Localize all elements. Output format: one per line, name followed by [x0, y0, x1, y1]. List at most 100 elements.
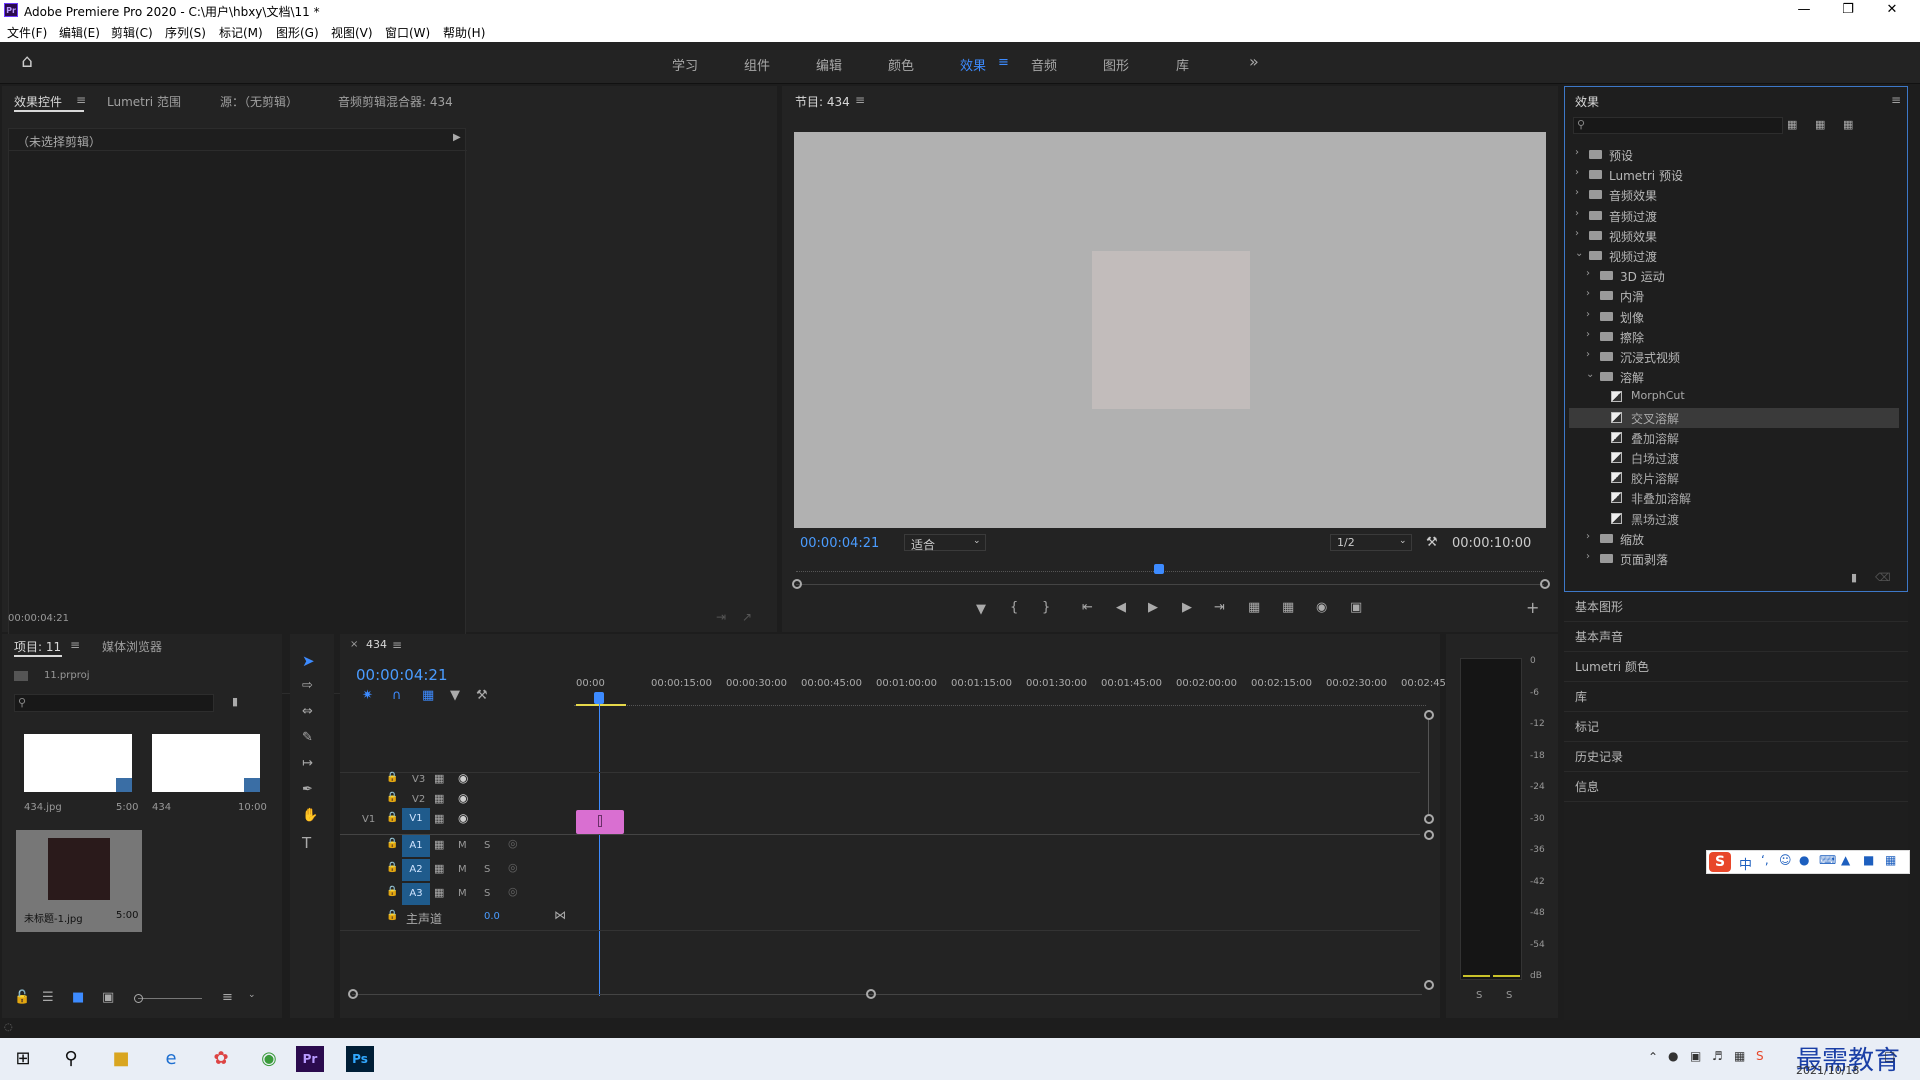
ime-tray-icon[interactable]: ▦	[1734, 1049, 1745, 1063]
sort-icon[interactable]: ≡	[222, 990, 233, 1005]
workspace-color[interactable]: 颜色	[888, 55, 914, 74]
audio-vscroll-handle-bottom[interactable]	[1424, 980, 1434, 990]
effects-folder[interactable]: › 视频效果	[1569, 226, 1899, 246]
hscroll-handle-left[interactable]	[348, 989, 358, 999]
home-icon[interactable]: ⌂	[16, 51, 38, 73]
workspace-audio[interactable]: 音频	[1031, 55, 1057, 74]
eye-icon[interactable]: ◉	[458, 791, 468, 805]
play-icon[interactable]: ▶	[1148, 600, 1158, 615]
track-target-a1[interactable]: A1	[402, 835, 430, 857]
audio-vscroll-handle-top[interactable]	[1424, 830, 1434, 840]
file-explorer-icon[interactable]: ■	[100, 1043, 142, 1075]
snap-icon[interactable]: ∩	[392, 688, 402, 703]
notification-icon[interactable]: □	[1884, 1049, 1895, 1063]
slider-handle[interactable]	[134, 994, 143, 1003]
track-lock-icon[interactable]: 🔒	[386, 772, 398, 783]
chevron-right-icon[interactable]: ›	[1586, 268, 1590, 279]
panel-info[interactable]: 信息	[1564, 772, 1908, 802]
search-icon[interactable]: ⚲	[50, 1043, 92, 1075]
sogou-tray-icon[interactable]: S	[1756, 1049, 1764, 1063]
chevron-right-icon[interactable]: ›	[1575, 187, 1579, 198]
new-bin-icon[interactable]: ▮	[1851, 571, 1857, 584]
workspace-learn[interactable]: 学习	[672, 55, 698, 74]
effects-item[interactable]: 胶片溶解	[1569, 468, 1899, 488]
clock-date[interactable]: 2021/10/18	[1796, 1064, 1859, 1077]
program-video-frame[interactable]	[794, 132, 1546, 528]
edge-icon[interactable]: e	[150, 1043, 192, 1075]
sequence-tab[interactable]: 434	[366, 638, 387, 651]
ime-language[interactable]: 中	[1739, 854, 1752, 873]
ime-toolbar[interactable]: S 中 ‘, ☺ ● ⌨ ▲ ■ ▦	[1706, 850, 1910, 874]
menu-clip[interactable]: 剪辑(C)	[111, 24, 153, 41]
chevron-right-icon[interactable]: ›	[1586, 288, 1590, 299]
icon-view-icon[interactable]: ■	[72, 990, 84, 1005]
effects-folder[interactable]: › 3D 运动	[1569, 266, 1899, 286]
effects-search-input[interactable]: ⚲	[1573, 117, 1783, 134]
project-item[interactable]: 434 10:00	[144, 730, 268, 822]
windows-start-icon[interactable]: ⊞	[2, 1043, 44, 1075]
hscroll-handle-right[interactable]	[866, 989, 876, 999]
premiere-taskbar-icon[interactable]: Pr	[296, 1046, 324, 1072]
solo-button[interactable]: S	[484, 840, 490, 851]
compare-view-icon[interactable]: ▣	[1350, 600, 1362, 615]
tray-chevron-icon[interactable]: ⌃	[1648, 1050, 1658, 1064]
chevron-right-icon[interactable]: ›	[1586, 349, 1590, 360]
effects-folder[interactable]: › 内滑	[1569, 286, 1899, 306]
photoshop-taskbar-icon[interactable]: Ps	[346, 1046, 374, 1072]
razor-tool-icon[interactable]: ✎	[302, 730, 313, 745]
solo-button[interactable]: S	[484, 888, 490, 899]
program-playhead[interactable]	[1153, 564, 1164, 574]
lock-icon[interactable]: 🔓	[14, 990, 30, 1005]
tab-lumetri-scopes[interactable]: Lumetri 范围	[107, 93, 181, 110]
chevron-down-icon[interactable]: ⌄	[248, 990, 256, 1000]
master-volume[interactable]: 0.0	[484, 911, 500, 922]
panel-markers[interactable]: 标记	[1564, 712, 1908, 742]
effects-folder[interactable]: › 音频效果	[1569, 185, 1899, 205]
nest-icon[interactable]: ✷	[362, 688, 373, 703]
chevron-right-icon[interactable]: ›	[1586, 329, 1590, 340]
tab-audio-clip-mixer[interactable]: 音频剪辑混合器: 434	[338, 93, 453, 110]
ime-grid-icon[interactable]: ▦	[1885, 853, 1896, 867]
program-monitor-title[interactable]: 节目: 434	[795, 93, 850, 110]
delete-icon[interactable]: ⌫	[1875, 571, 1891, 584]
sync-lock-icon[interactable]: ▦	[434, 862, 444, 875]
paint-app-icon[interactable]: ✿	[200, 1043, 242, 1075]
close-icon[interactable]: ✕	[1870, 0, 1914, 22]
zoom-handle-left[interactable]	[792, 579, 802, 589]
effects-folder[interactable]: › Lumetri 预设	[1569, 165, 1899, 185]
chevron-right-icon[interactable]: ›	[1586, 551, 1590, 562]
workspace-libraries[interactable]: 库	[1176, 55, 1189, 74]
button-editor-icon[interactable]: +	[1526, 598, 1539, 617]
track-select-tool-icon[interactable]: ⇨	[302, 678, 313, 693]
track-lock-icon[interactable]: 🔒	[386, 792, 398, 803]
32bit-effects-icon[interactable]: ▦	[1815, 118, 1825, 131]
track-target-a2[interactable]: A2	[402, 859, 430, 881]
resolution-dropdown[interactable]: 1/2 ⌄	[1330, 534, 1412, 551]
effects-folder[interactable]: › 页面剥落	[1569, 549, 1899, 569]
timeline-settings-icon[interactable]: ⚒	[476, 688, 488, 703]
menu-help[interactable]: 帮助(H)	[443, 24, 485, 41]
project-item-selected[interactable]: 未标题-1.jpg 5:00	[16, 830, 142, 932]
chrome-icon[interactable]: ◉	[248, 1043, 290, 1075]
ripple-edit-tool-icon[interactable]: ⇔	[302, 704, 313, 719]
program-zoom-bar[interactable]	[796, 584, 1544, 585]
yuv-effects-icon[interactable]: ▦	[1843, 118, 1853, 131]
program-ruler[interactable]	[796, 564, 1544, 572]
ime-skin-icon[interactable]: ▲	[1841, 853, 1850, 867]
menu-sequence[interactable]: 序列(S)	[165, 24, 206, 41]
add-marker-icon[interactable]: ▼	[976, 602, 986, 617]
sync-lock-icon[interactable]: ▦	[434, 838, 444, 851]
workspace-editing[interactable]: 编辑	[816, 55, 842, 74]
filter-icon[interactable]: ⇥	[716, 610, 726, 624]
mark-out-icon[interactable]: }	[1042, 600, 1050, 615]
hscroll-bar[interactable]	[352, 994, 1422, 995]
project-menu-icon[interactable]: ≡	[70, 638, 80, 652]
new-bin-icon[interactable]: ▮	[232, 695, 238, 708]
vscroll-handle-bottom[interactable]	[1424, 814, 1434, 824]
program-menu-icon[interactable]: ≡	[855, 93, 865, 107]
track-lock-icon[interactable]: 🔒	[386, 812, 398, 823]
step-forward-icon[interactable]: ▶	[1182, 600, 1192, 615]
mute-button[interactable]: M	[458, 888, 467, 899]
ime-keyboard-icon[interactable]: ⌨	[1819, 853, 1836, 867]
go-to-out-icon[interactable]: ⇥	[1214, 600, 1225, 615]
